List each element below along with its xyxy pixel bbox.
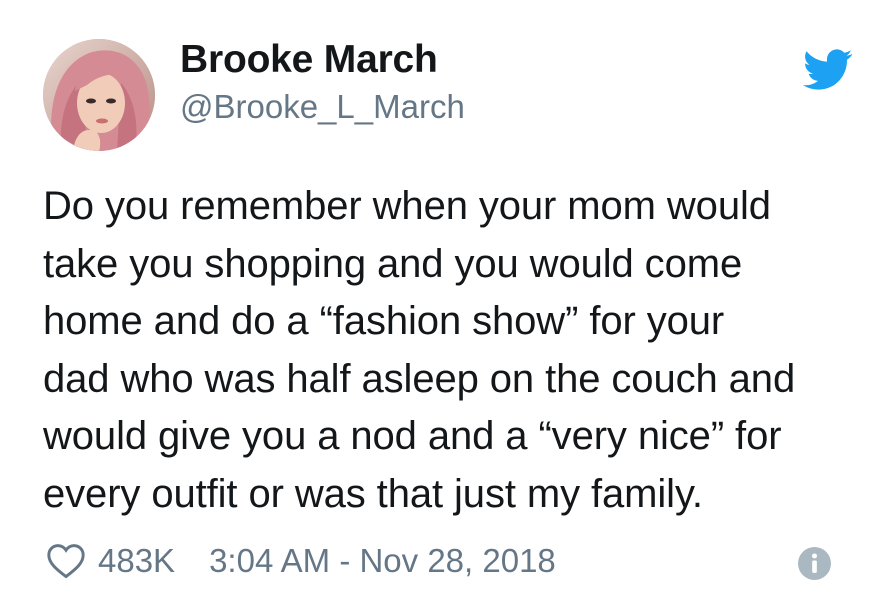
tweet-card: Brooke March @Brooke_L_March Do you reme…	[0, 0, 889, 600]
tweet-footer: 483K 3:04 AM - Nov 28, 2018	[46, 536, 556, 586]
avatar[interactable]	[43, 39, 155, 151]
tweet-text-line: would give you a nod and a “very nice” f…	[43, 414, 782, 458]
tweet-text: Do you remember when your mom would take…	[43, 178, 863, 523]
heart-icon[interactable]	[46, 543, 86, 579]
tweet-text-line: Do you remember when your mom would	[43, 184, 771, 228]
tweet-text-line: every outfit or was that just my family.	[43, 471, 703, 516]
tweet-timestamp[interactable]: 3:04 AM - Nov 28, 2018	[209, 542, 556, 580]
tweet-text-line: take you shopping and you would come	[43, 241, 743, 286]
info-icon[interactable]	[798, 547, 831, 580]
twitter-bird-icon[interactable]	[803, 49, 853, 91]
avatar-image	[43, 39, 155, 151]
author-display-name[interactable]: Brooke March	[180, 38, 438, 82]
tweet-text-line: home and do a “fashion show” for your	[43, 299, 725, 343]
like-count[interactable]: 483K	[98, 542, 175, 580]
author-handle[interactable]: @Brooke_L_March	[180, 88, 465, 126]
tweet-text-line: dad who was half asleep on the couch and	[43, 356, 796, 401]
